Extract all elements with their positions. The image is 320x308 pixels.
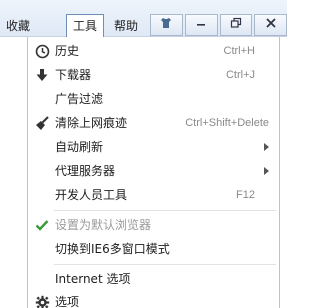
menu-item-label: 设置为默认浏览器 <box>55 218 152 232</box>
minimize-icon <box>195 17 207 33</box>
checkmark-icon <box>34 217 50 233</box>
menu-item-label: 下载器 <box>55 68 92 82</box>
submenu-arrow-icon <box>264 143 269 151</box>
menu-help[interactable]: 帮助 <box>108 15 144 37</box>
browser-window: 收藏 工具 帮助 历史 Ctrl+H 下载器 Ctrl+J 广告过滤 清除上网痕… <box>0 0 287 308</box>
menu-separator <box>54 210 276 211</box>
minimize-button[interactable] <box>184 14 218 36</box>
menu-item-label: 开发人员工具 <box>55 188 128 202</box>
restore-button[interactable] <box>219 14 253 36</box>
menu-item-label: Internet 选项 <box>55 272 131 286</box>
menu-tools[interactable]: 工具 <box>66 14 105 37</box>
menu-item-label: 清除上网痕迹 <box>55 116 128 130</box>
menu-item-auto-refresh[interactable]: 自动刷新 <box>28 135 279 159</box>
menu-item-proxy-server[interactable]: 代理服务器 <box>28 159 279 183</box>
tools-dropdown-menu: 历史 Ctrl+H 下载器 Ctrl+J 广告过滤 清除上网痕迹 Ctrl+Sh… <box>27 37 280 308</box>
menu-item-set-default-browser[interactable]: 设置为默认浏览器 <box>28 213 279 237</box>
menu-item-ie6-mode[interactable]: 切换到IE6多窗口模式 <box>28 237 279 261</box>
menu-item-internet-options[interactable]: Internet 选项 <box>28 267 279 291</box>
shortcut-text: Ctrl+J <box>225 69 255 81</box>
menu-item-developer-tools[interactable]: 开发人员工具 F12 <box>28 183 279 207</box>
close-icon <box>265 17 277 33</box>
shortcut-text: F12 <box>236 189 255 201</box>
menu-item-options[interactable]: 选项 <box>28 290 279 308</box>
shortcut-text: Ctrl+H <box>223 45 255 57</box>
menu-item-label: 切换到IE6多窗口模式 <box>55 242 170 256</box>
shortcut-text: Ctrl+Shift+Delete <box>185 117 269 129</box>
shirt-icon <box>160 17 172 33</box>
window-controls <box>150 14 287 36</box>
menu-separator <box>54 264 276 265</box>
menu-item-label: 广告过滤 <box>55 92 104 106</box>
clock-icon <box>34 43 50 59</box>
menu-item-ad-filter[interactable]: 广告过滤 <box>28 87 279 111</box>
download-arrow-icon <box>34 67 50 83</box>
gear-icon <box>34 294 50 308</box>
menu-item-clear-traces[interactable]: 清除上网痕迹 Ctrl+Shift+Delete <box>28 111 279 135</box>
close-button[interactable] <box>254 14 287 36</box>
menu-item-history[interactable]: 历史 Ctrl+H <box>28 39 279 63</box>
menu-item-downloader[interactable]: 下载器 Ctrl+J <box>28 63 279 87</box>
menu-item-label: 自动刷新 <box>55 140 104 154</box>
restore-icon <box>230 17 242 33</box>
menu-item-label: 选项 <box>55 295 80 308</box>
menu-item-label: 历史 <box>55 44 80 58</box>
skin-button[interactable] <box>150 14 183 36</box>
broom-icon <box>34 115 50 131</box>
menu-item-label: 代理服务器 <box>55 164 116 178</box>
menu-favorites[interactable]: 收藏 <box>0 15 36 37</box>
menubar: 收藏 工具 帮助 <box>0 0 287 37</box>
submenu-arrow-icon <box>264 167 269 175</box>
